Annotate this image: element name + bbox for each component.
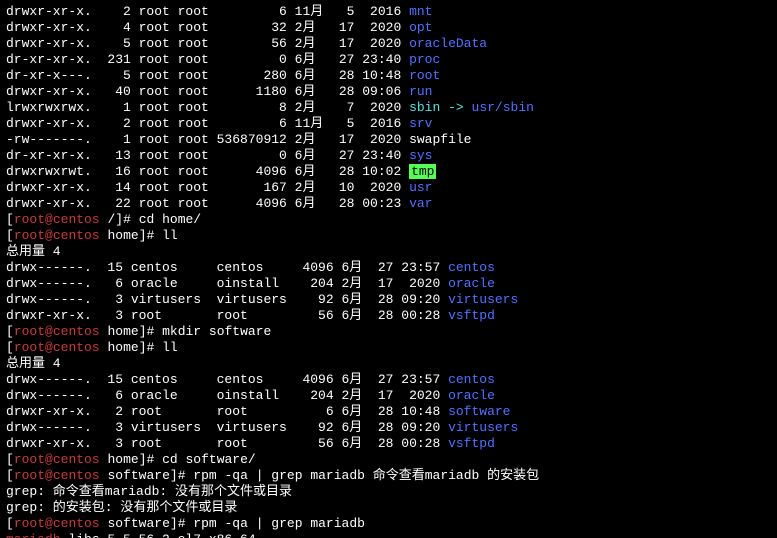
- prompt-host: centos: [53, 212, 100, 227]
- dir-name: software: [448, 404, 510, 419]
- prompt-path: home: [107, 228, 138, 243]
- dir-name: root: [409, 68, 440, 83]
- prompt-host: centos: [53, 516, 100, 531]
- total-label: 总用量 4: [6, 356, 61, 371]
- dir-name: sys: [409, 148, 432, 163]
- cmd-rpm-bad[interactable]: rpm -qa | grep mariadb 命令查看mariadb 的安装包: [193, 468, 539, 483]
- dir-name: usr: [409, 180, 432, 195]
- prompt-path: home: [107, 324, 138, 339]
- dir-name: srv: [409, 116, 432, 131]
- symlink-target: usr/sbin: [472, 100, 534, 115]
- cmd-cd-home[interactable]: cd home/: [139, 212, 201, 227]
- dir-name: virtusers: [448, 292, 518, 307]
- dir-name: centos: [448, 260, 495, 275]
- prompt-host: centos: [53, 468, 100, 483]
- pkg-rest: -libs-5.5.56-2.el7.x86_64: [61, 532, 256, 538]
- dir-name: opt: [409, 20, 432, 35]
- dir-name: sbin: [409, 100, 440, 115]
- dir-name: vsftpd: [448, 308, 495, 323]
- prompt-path: home: [107, 452, 138, 467]
- prompt-user: root: [14, 452, 45, 467]
- cmd-mkdir[interactable]: mkdir software: [162, 324, 271, 339]
- dir-name: swapfile: [409, 132, 471, 147]
- dir-name: centos: [448, 372, 495, 387]
- total-label: 总用量 4: [6, 244, 61, 259]
- prompt-user: root: [14, 324, 45, 339]
- prompt-host: centos: [53, 340, 100, 355]
- prompt-path: software: [107, 516, 169, 531]
- cmd-rpm-good[interactable]: rpm -qa | grep mariadb: [193, 516, 365, 531]
- prompt-host: centos: [53, 452, 100, 467]
- grep-error: grep: 的安装包: 没有那个文件或目录: [6, 500, 237, 515]
- dir-name: oracle: [448, 276, 495, 291]
- prompt-path: software: [107, 468, 169, 483]
- dir-name: proc: [409, 52, 440, 67]
- cmd-ll[interactable]: ll: [162, 340, 178, 355]
- dir-name: tmp: [409, 164, 436, 179]
- dir-name: var: [409, 196, 432, 211]
- prompt-user: root: [14, 340, 45, 355]
- grep-error: grep: 命令查看mariadb: 没有那个文件或目录: [6, 484, 292, 499]
- cmd-cd-software[interactable]: cd software/: [162, 452, 256, 467]
- prompt-user: root: [14, 228, 45, 243]
- cmd-ll[interactable]: ll: [162, 228, 178, 243]
- prompt-user: root: [14, 516, 45, 531]
- pkg-name: mariadb: [6, 532, 61, 538]
- prompt-path: home: [107, 340, 138, 355]
- prompt-host: centos: [53, 324, 100, 339]
- prompt-path: /: [107, 212, 115, 227]
- terminal-output[interactable]: drwxr-xr-x. 2 root root 6 11月 5 2016 mnt…: [0, 0, 777, 538]
- prompt-host: centos: [53, 228, 100, 243]
- dir-name: mnt: [409, 4, 432, 19]
- dir-name: virtusers: [448, 420, 518, 435]
- dir-name: run: [409, 84, 432, 99]
- dir-name: oracleData: [409, 36, 487, 51]
- prompt-user: root: [14, 212, 45, 227]
- dir-name: vsftpd: [448, 436, 495, 451]
- dir-name: oracle: [448, 388, 495, 403]
- prompt-user: root: [14, 468, 45, 483]
